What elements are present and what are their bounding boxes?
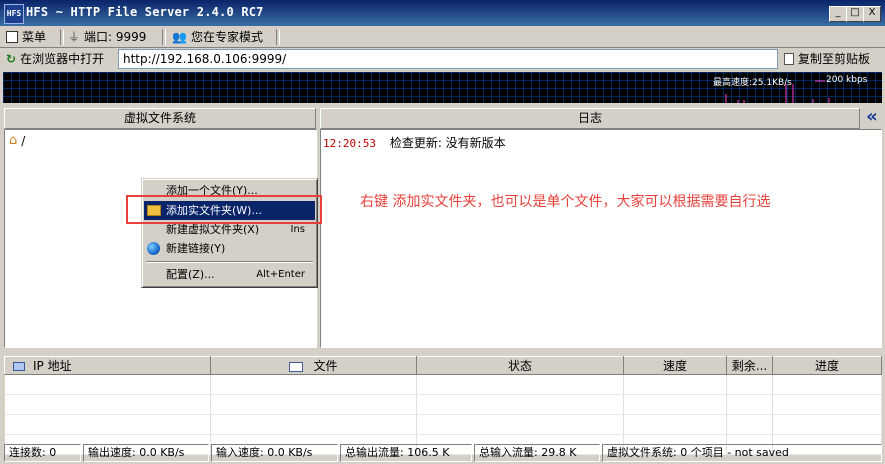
table-header-row: IP 地址 文件 状态 速度 剩余... 进度 [4,356,882,375]
column-speed[interactable]: 速度 [623,356,727,375]
toolbar-divider [162,29,166,45]
status-bar: 连接数: 0 输出速度: 0.0 KB/s 输入速度: 0.0 KB/s 总输出… [0,442,885,464]
port-label: 端口: 9999 [84,30,147,44]
column-label: 剩余... [731,359,768,373]
speed-graph: 最高速度:25.1KB/s 200 kbps [3,72,882,103]
browser-arrow-icon: ↻ [6,52,17,66]
vfs-header: 虚拟文件系统 [4,108,316,129]
globe-icon [147,242,160,255]
status-total-output: 总输出流量: 106.5 K [340,444,472,462]
table-row [4,414,882,435]
copy-to-clipboard-button[interactable]: 复制至剪贴板 [784,51,870,67]
highlight-box [126,195,322,224]
column-label: 速度 [662,359,687,373]
column-ip[interactable]: IP 地址 [4,356,211,375]
annotation-text: 右键 添加实文件夹，也可以是单个文件，大家可以根据需要自行选 [360,194,771,210]
status-connections: 连接数: 0 [4,444,81,462]
column-label: IP 地址 [33,359,72,373]
url-field[interactable] [118,49,778,69]
menu-item-label: 配置(Z)... [166,268,215,281]
log-pane: 12:20:53 检查更新: 没有新版本 [320,129,882,348]
max-speed-text: 最高速度:25.1KB/s [713,78,792,88]
menu-icon [6,31,18,43]
status-vfs: 虚拟文件系统: 0 个项目 - not saved [602,444,882,462]
column-status[interactable]: 状态 [416,356,624,375]
port-button[interactable]: ⏚ 端口: 9999 [68,29,146,45]
graph-scale-text: 200 kbps [826,75,868,85]
users-icon: 👥 [172,30,187,44]
column-label: 状态 [507,359,532,373]
log-message: 检查更新: 没有新版本 [389,136,506,150]
vfs-root-item[interactable]: ⌂ / [9,133,25,148]
minimize-button[interactable]: _ [829,6,847,22]
column-remaining[interactable]: 剩余... [726,356,773,375]
maximize-button[interactable]: □ [846,6,864,22]
window-title: HFS ~ HTTP File Server 2.4.0 RC7 [26,5,264,19]
collapse-arrow-icon[interactable]: « [862,108,882,129]
menu-separator [146,261,313,263]
log-time: 12:20:53 [323,137,376,150]
column-label: 文件 [313,359,338,373]
toolbar-divider [276,29,280,45]
vfs-root-label: / [21,133,26,148]
title-bar: HFS HFS ~ HTTP File Server 2.4.0 RC7 _ □… [0,0,885,26]
menu-item-new-link[interactable]: 新建链接(Y) [144,239,315,258]
status-total-input: 总输入流量: 29.8 K [474,444,600,462]
home-icon: ⌂ [9,133,18,148]
menu-item-configure[interactable]: 配置(Z)... Alt+Enter [144,265,315,284]
log-entry: 12:20:53 检查更新: 没有新版本 [323,134,506,151]
column-progress[interactable]: 进度 [772,356,882,375]
close-button[interactable]: X [863,6,881,22]
column-file[interactable]: 文件 [210,356,417,375]
clipboard-icon [784,53,794,65]
expert-mode-button[interactable]: 👥 您在专家模式 [172,29,263,45]
open-in-browser-button[interactable]: ↻ 在浏览器中打开 [6,51,104,67]
menu-button[interactable]: 菜单 [6,29,46,45]
transfers-table: IP 地址 文件 状态 速度 剩余... 进度 [4,356,882,455]
table-row [4,394,882,415]
mode-label: 您在专家模式 [190,30,263,44]
menu-item-label: 新建链接(Y) [166,242,226,255]
menu-item-shortcut: Alt+Enter [256,269,305,280]
toolbar: 菜单 ⏚ 端口: 9999 👥 您在专家模式 [0,26,885,48]
column-label: 进度 [814,359,839,373]
open-in-browser-label: 在浏览器中打开 [20,52,105,66]
toolbar-divider [60,29,64,45]
copy-label: 复制至剪贴板 [798,52,871,66]
url-row: ↻ 在浏览器中打开 复制至剪贴板 [0,48,885,72]
log-header: 日志 [320,108,860,129]
file-icon [289,361,304,372]
computer-icon [13,362,25,371]
table-row [4,374,882,395]
menu-label: 菜单 [22,30,47,44]
plug-icon: ⏚ [68,30,81,44]
hfs-logo-icon: HFS [4,4,24,24]
status-input-speed: 输入速度: 0.0 KB/s [211,444,338,462]
status-output-speed: 输出速度: 0.0 KB/s [83,444,209,462]
